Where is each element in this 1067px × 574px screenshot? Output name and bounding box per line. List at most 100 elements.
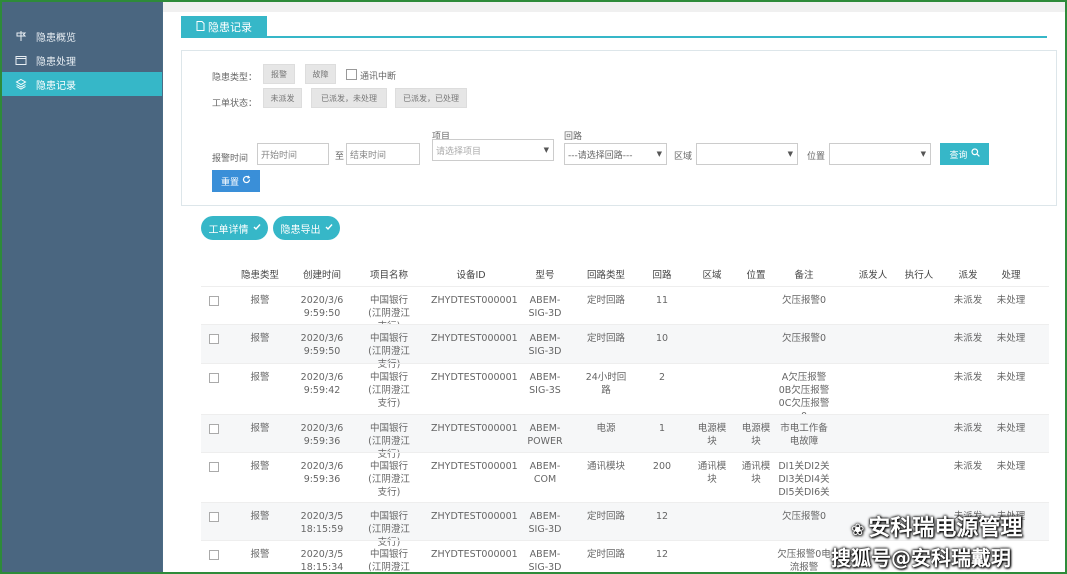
table-header: 隐患类型 创建时间 项目名称 设备ID 型号 回路类型 回路 区域 位置 备注 … xyxy=(201,264,1049,282)
reset-label: 重置 xyxy=(220,177,239,188)
comm-interrupt-checkbox[interactable] xyxy=(346,69,357,80)
main-panel: 隐患记录 隐患类型： 报警 故障 通讯中断 工单状态： 未派发 已派发，未处理 … xyxy=(163,2,1065,573)
document-icon xyxy=(196,20,205,34)
start-time-input[interactable]: 开始时间 xyxy=(257,143,329,165)
cell-circuit-type: 电源 xyxy=(596,423,616,434)
sidebar-item-hazard-overview[interactable]: 隐患概览 xyxy=(2,24,162,48)
cell-circuit-type: 定时回路 xyxy=(586,549,625,560)
query-button[interactable]: 查询 xyxy=(940,143,989,165)
table-row[interactable]: 报警2020/3/6 9:59:50中国银行(江阴澄江支行)ZHYDTEST00… xyxy=(201,324,1049,370)
cell-time: 2020/3/5 18:15:59 xyxy=(300,511,344,535)
cell-type: 报警 xyxy=(250,423,270,434)
chevron-down-icon: ▼ xyxy=(920,150,926,158)
chat-logo-icon: ❀ xyxy=(851,520,865,539)
cell-device: ZHYDTEST000001 xyxy=(431,423,518,434)
cell-circuit: 10 xyxy=(655,333,669,344)
table-row[interactable]: 报警2020/3/6 9:59:50中国银行(江阴澄江支行)ZHYDTEST00… xyxy=(201,286,1049,332)
table-row[interactable]: 报警 2020/3/6 9:59:36 中国银行(江阴澄江支行) ZHYDTEST00… xyxy=(201,414,1049,460)
cell-model: ABEM-SIG-3D xyxy=(528,333,562,357)
row-checkbox[interactable] xyxy=(209,334,219,344)
col-time: 创建时间 xyxy=(302,270,341,281)
row-checkbox[interactable] xyxy=(209,296,219,306)
order-status-label: 工单状态： xyxy=(212,99,258,109)
query-label: 查询 xyxy=(949,150,968,161)
cell-device: ZHYDTEST000001 xyxy=(431,461,518,472)
row-checkbox[interactable] xyxy=(209,373,219,383)
cell-handle: 未处理 xyxy=(996,461,1026,472)
time-label: 报警时间 xyxy=(212,154,249,164)
cell-circuit-type: 定时回路 xyxy=(586,511,625,522)
project-select[interactable]: 请选择项目 ▼ xyxy=(432,139,554,161)
sidebar: 隐患概览 隐患处理 隐患记录 xyxy=(2,2,162,572)
cell-area: 电源模块 xyxy=(697,423,727,447)
location-select[interactable]: ▼ xyxy=(829,143,931,165)
cell-model: ABEM-SIG-3D xyxy=(528,295,562,319)
tab-bar: 隐患记录 xyxy=(181,16,1047,38)
status-undispatched-button[interactable]: 未派发 xyxy=(263,88,302,108)
cell-type: 报警 xyxy=(250,372,270,383)
cell-project: 中国银行(江阴澄江支行) xyxy=(368,549,410,573)
table-row[interactable]: 报警 2020/3/6 9:59:42 中国银行(江阴澄江支行) ZHYDTEST00… xyxy=(201,363,1049,422)
col-dispatch: 派发 xyxy=(958,270,978,281)
circuit-label: 回路 xyxy=(564,132,583,142)
row-checkbox[interactable] xyxy=(209,424,219,434)
cell-model: ABEM-SIG-3S xyxy=(529,372,561,396)
cell-time: 2020/3/6 9:59:36 xyxy=(300,461,344,485)
cell-device: ZHYDTEST000001 xyxy=(431,372,518,383)
cell-device: ZHYDTEST000001 xyxy=(431,549,518,560)
cell-time: 2020/3/6 9:59:42 xyxy=(300,372,344,396)
cell-model: ABEM-COM xyxy=(529,461,561,485)
cell-project: 中国银行(江阴澄江支行) xyxy=(368,372,410,409)
chevron-down-icon: ▼ xyxy=(787,150,793,158)
sidebar-item-label: 隐患处理 xyxy=(36,56,76,68)
cell-dispatch: 未派发 xyxy=(953,333,983,344)
col-area: 区域 xyxy=(702,270,722,281)
hazard-type-label: 隐患类型： xyxy=(212,73,258,83)
cell-circuit: 2 xyxy=(658,372,666,383)
check-icon xyxy=(253,223,261,234)
col-handle: 处理 xyxy=(1001,270,1021,281)
reset-button[interactable]: 重置 xyxy=(212,170,260,192)
status-dispatched-handled-button[interactable]: 已派发，已处理 xyxy=(395,88,467,108)
to-label: 至 xyxy=(335,152,345,162)
order-detail-label: 工单详情 xyxy=(208,224,249,236)
table-row[interactable]: 报警 2020/3/6 9:59:36 中国银行(江阴澄江支行) ZHYDTEST00… xyxy=(201,452,1049,502)
cell-dispatch: 未派发 xyxy=(953,461,983,472)
cell-device: ZHYDTEST000001 xyxy=(431,511,518,522)
col-type: 隐患类型 xyxy=(240,270,279,281)
col-device: 设备ID xyxy=(456,270,486,281)
cell-remark: 欠压报警0 xyxy=(781,295,827,306)
circuit-select[interactable]: ---请选择回路--- ▼ xyxy=(564,143,667,165)
watermark-line2: 搜狐号@安科瑞戴玥 xyxy=(831,546,1011,570)
cell-handle: 未处理 xyxy=(996,295,1026,306)
row-checkbox[interactable] xyxy=(209,462,219,472)
export-button[interactable]: 隐患导出 xyxy=(273,216,340,240)
row-checkbox[interactable] xyxy=(209,512,219,522)
area-label: 区域 xyxy=(674,152,693,162)
filter-alarm-button[interactable]: 报警 xyxy=(263,64,295,84)
sidebar-item-hazard-handle[interactable]: 隐患处理 xyxy=(2,48,162,72)
sidebar-item-hazard-record[interactable]: 隐患记录 xyxy=(2,72,162,96)
refresh-icon xyxy=(242,175,251,187)
cell-circuit-type: 通讯模块 xyxy=(586,461,625,472)
top-strip xyxy=(163,2,1065,12)
area-select[interactable]: ▼ xyxy=(696,143,798,165)
watermark-line1: ❀ 安科瑞电源管理 xyxy=(851,510,1022,542)
tab-hazard-record[interactable]: 隐患记录 xyxy=(181,16,267,38)
end-time-input[interactable]: 结束时间 xyxy=(346,143,420,165)
signpost-icon xyxy=(14,29,28,43)
cell-device: ZHYDTEST000001 xyxy=(431,333,518,344)
col-project: 项目名称 xyxy=(369,270,408,281)
row-checkbox[interactable] xyxy=(209,550,219,560)
cell-circuit-type: 定时回路 xyxy=(586,333,625,344)
filter-fault-button[interactable]: 故障 xyxy=(305,64,336,84)
folder-icon xyxy=(14,53,28,67)
cell-dispatch: 未派发 xyxy=(953,423,983,434)
order-detail-button[interactable]: 工单详情 xyxy=(201,216,268,240)
status-dispatched-unhandled-button[interactable]: 已派发，未处理 xyxy=(311,88,387,108)
cell-time: 2020/3/5 18:15:34 xyxy=(300,549,344,573)
sidebar-item-label: 隐患记录 xyxy=(36,80,76,92)
cell-time: 2020/3/6 9:59:36 xyxy=(300,423,344,447)
cell-dispatch: 未派发 xyxy=(953,372,983,383)
col-location: 位置 xyxy=(746,270,766,281)
